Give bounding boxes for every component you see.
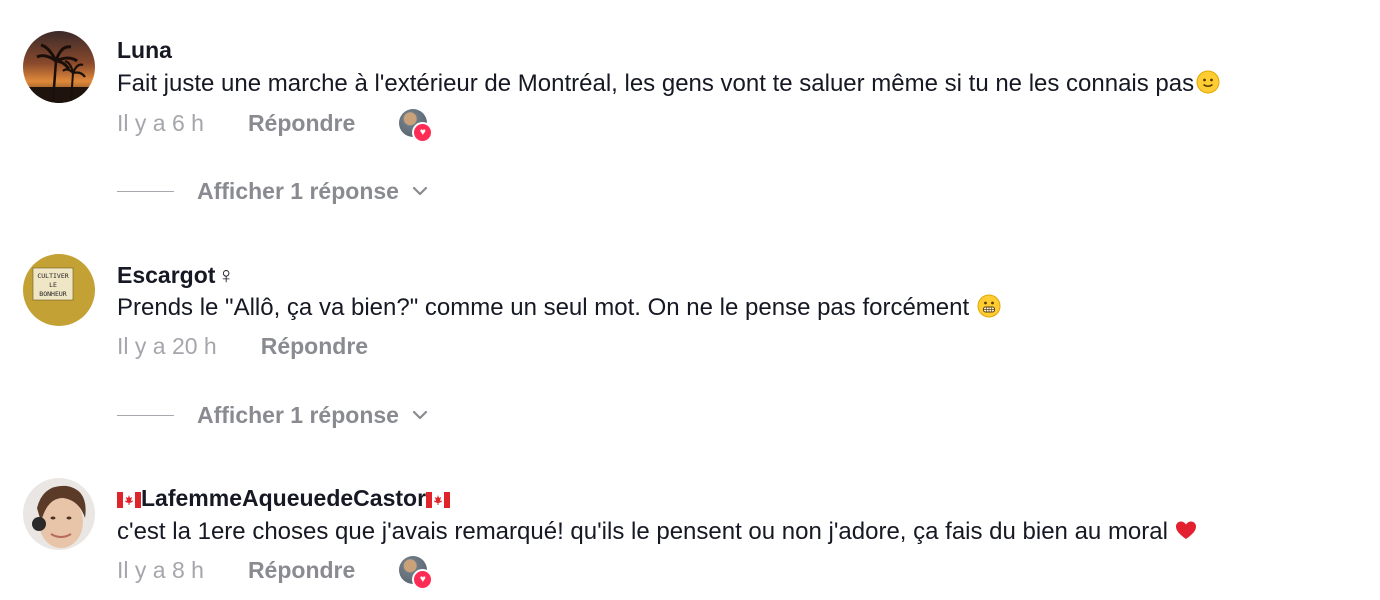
heart-icon: ♥ — [412, 122, 434, 143]
comment-username[interactable]: LafemmeAqueuedeCastor — [117, 484, 451, 514]
view-replies-label[interactable]: Afficher 1 réponse — [197, 178, 399, 205]
username-text[interactable]: Luna — [117, 37, 172, 63]
comment-text-content: Prends le "Allô, ça va bien?" comme un s… — [117, 294, 970, 321]
grimacing-face-emoji-icon — [977, 294, 1001, 326]
creator-liked-indicator: ♥ — [399, 556, 434, 590]
avatar[interactable] — [23, 478, 95, 550]
avatar[interactable] — [23, 31, 95, 103]
canada-flag-icon — [426, 486, 451, 514]
chevron-down-icon[interactable] — [411, 182, 429, 200]
divider-line — [117, 190, 174, 192]
comment-time: Il y a 8 h — [117, 556, 204, 583]
comment-username[interactable]: Escargot♀ — [117, 261, 235, 289]
comment-time: Il y a 6 h — [117, 109, 204, 136]
heart-icon: ♥ — [412, 569, 434, 590]
comment-meta: Il y a 20 h Répondre — [117, 331, 368, 361]
view-replies-button[interactable]: Afficher 1 réponse — [117, 400, 429, 430]
comment-text: Prends le "Allô, ça va bien?" comme un s… — [117, 293, 1001, 326]
reply-button[interactable]: Répondre — [261, 333, 368, 360]
female-sign-icon: ♀ — [217, 262, 235, 288]
avatar-letter-text: CULTIVER — [37, 272, 68, 280]
view-replies-label[interactable]: Afficher 1 réponse — [197, 402, 399, 429]
slightly-smiling-face-emoji-icon — [1196, 70, 1220, 102]
reply-button[interactable]: Répondre — [248, 557, 355, 584]
comment-meta: Il y a 8 h Répondre ♥ — [117, 555, 434, 590]
chevron-down-icon[interactable] — [411, 406, 429, 424]
avatar[interactable]: CULTIVER LE BONHEUR — [23, 254, 95, 326]
view-replies-button[interactable]: Afficher 1 réponse — [117, 176, 429, 206]
avatar-letter-text: LE — [49, 281, 57, 289]
username-text[interactable]: LafemmeAqueuedeCastor — [141, 485, 426, 511]
comment-meta: Il y a 6 h Répondre ♥ — [117, 108, 434, 143]
comment-text: Fait juste une marche à l'extérieur de M… — [117, 69, 1220, 102]
comment-text-content: Fait juste une marche à l'extérieur de M… — [117, 70, 1195, 97]
reply-button[interactable]: Répondre — [248, 110, 355, 137]
comment-text: c'est la 1ere choses que j'avais remarqu… — [117, 517, 1198, 550]
comment-text-content: c'est la 1ere choses que j'avais remarqu… — [117, 518, 1168, 545]
username-text[interactable]: Escargot — [117, 262, 215, 288]
comment-username[interactable]: Luna — [117, 36, 172, 64]
avatar-letter-text: BONHEUR — [39, 290, 66, 298]
creator-liked-indicator: ♥ — [399, 109, 434, 143]
red-heart-emoji-icon — [1174, 518, 1198, 550]
canada-flag-icon — [117, 486, 141, 514]
divider-line — [117, 414, 174, 416]
comment-time: Il y a 20 h — [117, 332, 217, 359]
